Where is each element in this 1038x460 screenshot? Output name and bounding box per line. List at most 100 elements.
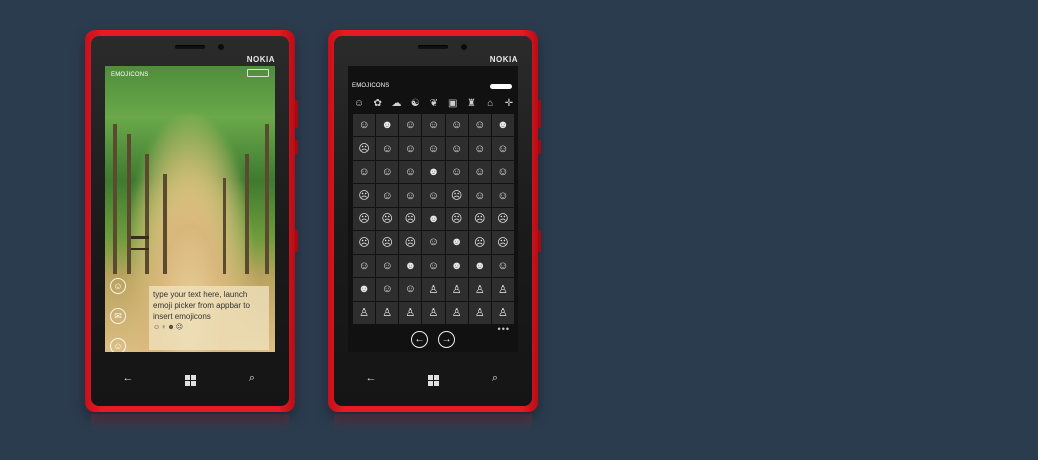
emoji-icon[interactable]: ☺ [110,278,126,294]
emoji-cell[interactable]: ☹ [399,207,422,231]
emoji-cell[interactable]: ☻ [445,231,468,254]
message-textbox[interactable]: type your text here, launch emoji picker… [149,286,269,350]
inline-emojis: ☺♀☻☹ [153,324,185,331]
animal-category-icon[interactable]: ☁ [390,98,404,109]
emoji-cell[interactable]: ☻ [422,207,445,231]
emoji-cell[interactable]: ☺ [491,254,514,278]
emoji-cell[interactable]: ☺ [376,137,399,160]
appbar: ☺ ✉ ☺ [110,278,126,352]
emoji-cell[interactable]: ☺ [376,184,399,207]
phone-left: NOKIA EMOJICONS ☺ ✉ ☺ type your text her [85,30,298,432]
emoji-cell[interactable]: ♙ [445,278,468,301]
emoji-cell[interactable]: ☺ [468,160,491,184]
emoji-cell[interactable]: ☺ [468,114,491,137]
emoji-cell[interactable]: ☻ [468,254,491,278]
emoji-cell[interactable]: ☹ [445,184,468,207]
more-button[interactable]: ••• [498,324,510,334]
house-category-icon[interactable]: ⌂ [483,98,497,109]
emoji-cell[interactable]: ♙ [399,301,422,324]
gift-category-icon[interactable]: ▣ [446,98,460,109]
battery-indicator [247,69,269,77]
emoji-cell[interactable]: ♙ [491,278,514,301]
emoji-cell[interactable]: ☺ [399,160,422,184]
prev-page-button[interactable]: ← [411,330,428,348]
search-button[interactable]: ⌕ [480,372,510,385]
emoji-cell[interactable]: ☺ [422,254,445,278]
textbox-text: type your text here, launch emoji picker… [153,290,250,321]
flower-category-icon[interactable]: ✿ [371,98,385,109]
app-title: EMOJICONS [111,72,149,78]
windows-button[interactable] [175,371,205,386]
emoji-cell[interactable]: ♙ [376,301,399,324]
emoji-cell[interactable]: ☺ [422,231,445,254]
emoji-cell[interactable]: ☹ [491,231,514,254]
emoji-cell[interactable]: ☺ [445,160,468,184]
emoji-cell[interactable]: ☹ [399,231,422,254]
emoji-cell[interactable]: ☺ [468,137,491,160]
pager: ← → [348,328,518,350]
emoji-cell[interactable]: ☺ [399,114,422,137]
emoji-cell[interactable]: ☹ [376,231,399,254]
emoji-cell[interactable]: ☺ [353,160,376,184]
emoji-cell[interactable]: ☺ [422,114,445,137]
emoji-cell[interactable]: ♙ [422,278,445,301]
emoji-cell[interactable]: ☺ [422,184,445,207]
power-button [538,140,541,154]
chat-icon[interactable]: ✉ [110,308,126,324]
back-button[interactable]: ← [113,372,143,384]
back-button[interactable]: ← [356,372,386,384]
battery-indicator [490,84,512,89]
emoji-cell[interactable]: ♙ [353,301,376,324]
search-button[interactable]: ⌕ [237,372,267,385]
emoji-cell[interactable]: ♙ [468,278,491,301]
emoji-cell[interactable]: ☹ [353,207,376,231]
emoji-cell[interactable]: ☺ [468,184,491,207]
emoji-cell[interactable]: ☹ [353,184,376,207]
emoji-cell[interactable]: ☺ [376,278,399,301]
emoji-cell[interactable]: ☺ [445,114,468,137]
emoji-cell[interactable]: ♙ [445,301,468,324]
emoji-cell[interactable]: ☺ [491,160,514,184]
emoji-cell[interactable]: ☺ [491,184,514,207]
emoji-cell[interactable]: ☹ [353,231,376,254]
emoji-cell[interactable]: ☻ [376,114,399,137]
emoji-cell[interactable]: ☺ [376,254,399,278]
smiley-icon[interactable]: ☺ [110,338,126,352]
emoji-cell[interactable]: ☻ [491,114,514,137]
emoji-cell[interactable]: ♙ [422,301,445,324]
emoji-cell[interactable]: ☺ [445,137,468,160]
emoji-cell[interactable]: ☹ [468,231,491,254]
emoji-cell[interactable]: ☹ [491,207,514,231]
emoji-cell[interactable]: ☺ [399,278,422,301]
next-page-button[interactable]: → [438,330,455,348]
emoji-cell[interactable]: ☺ [353,254,376,278]
emoji-cell[interactable]: ♙ [468,301,491,324]
smiley-category-icon[interactable]: ☺ [352,98,366,109]
brand-logo: NOKIA [246,55,275,64]
emoji-cell[interactable]: ☻ [399,254,422,278]
emoji-cell[interactable]: ☺ [353,114,376,137]
emoji-cell[interactable]: ☹ [376,207,399,231]
food-category-icon[interactable]: ☯ [408,98,422,109]
windows-icon [184,374,196,386]
emoji-cell[interactable]: ☺ [491,137,514,160]
emoji-cell[interactable]: ☹ [353,137,376,160]
emoji-cell[interactable]: ☹ [468,207,491,231]
emoji-cell[interactable]: ☻ [445,254,468,278]
bag-category-icon[interactable]: ♜ [465,98,479,109]
symbol-category-icon[interactable]: ✛ [502,98,516,109]
emoji-cell[interactable]: ☹ [445,207,468,231]
emoji-cell[interactable]: ☺ [399,137,422,160]
emoji-cell[interactable]: ☻ [422,160,445,184]
emoji-cell[interactable]: ♙ [491,301,514,324]
phone-face: NOKIA EMOJICONS ☺ ✉ ☺ type your text her [91,36,289,406]
screen-emoji-picker: EMOJICONS ☺ ✿ ☁ ☯ ❦ ▣ ♜ ⌂ ✛ ☺ ☻ ☺ ☺ ☺ ☺ ☻ ☹ ☺ ☺ ☺ ☺ ☺ ☺ ☺ ☺ ☺ ☻ ☺ ☺… [348,66,518,352]
emoji-cell[interactable]: ☺ [376,160,399,184]
emoji-cell[interactable]: ☺ [422,137,445,160]
emoji-cell[interactable]: ☺ [399,184,422,207]
leaf-category-icon[interactable]: ❦ [427,98,441,109]
emoji-cell[interactable]: ☻ [353,278,376,301]
power-button [295,140,298,154]
front-camera [218,44,224,50]
windows-button[interactable] [418,371,448,386]
